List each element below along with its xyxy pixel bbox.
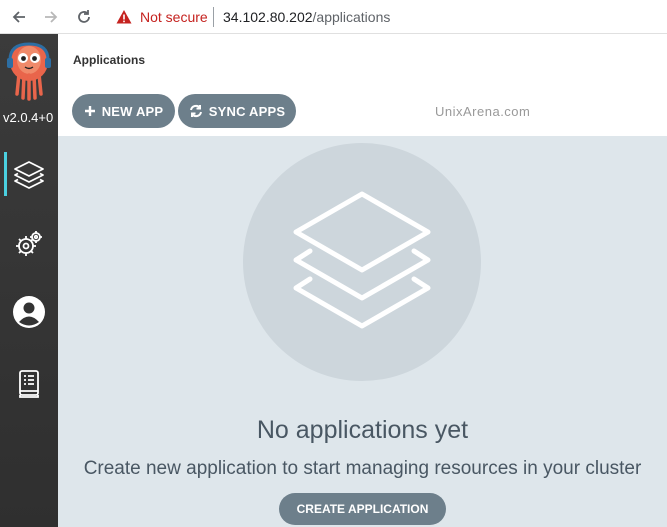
empty-state-title: No applications yet	[256, 416, 469, 444]
url-path: /applications	[312, 9, 391, 25]
sidebar-item-documentation[interactable]	[0, 358, 58, 410]
sync-icon	[189, 104, 202, 118]
security-status[interactable]: Not secure	[140, 9, 208, 25]
layers-icon	[14, 161, 44, 189]
sidebar-item-user-info[interactable]	[0, 286, 58, 338]
user-icon	[13, 296, 45, 328]
sidebar: v2.0.4+0	[0, 34, 58, 527]
plus-icon	[84, 106, 95, 116]
page-header: Applications	[58, 34, 667, 86]
new-app-button[interactable]: NEW APP	[72, 94, 175, 128]
gear-icon	[16, 231, 42, 256]
forward-arrow-icon[interactable]	[40, 6, 62, 28]
argo-logo[interactable]	[6, 42, 52, 102]
page-title: Applications	[73, 53, 146, 67]
layers-icon	[293, 191, 431, 329]
version-label: v2.0.4+0	[3, 110, 54, 125]
url-host: 34.102.80.202	[223, 9, 313, 25]
browser-toolbar: Not secure 34.102.80.202/applications	[0, 0, 667, 34]
sync-apps-label: SYNC APPS	[208, 103, 286, 119]
sidebar-item-applications[interactable]	[0, 148, 58, 200]
applications-empty-state: No applications yet Create new applicati…	[58, 136, 667, 527]
watermark: UnixArena.com	[435, 104, 531, 119]
warning-icon[interactable]	[116, 9, 132, 25]
url-separator	[213, 7, 214, 27]
empty-state-subtitle: Create new application to start managing…	[83, 458, 642, 479]
reload-icon[interactable]	[73, 6, 95, 28]
create-application-button[interactable]: CREATE APPLICATION	[279, 493, 446, 525]
new-app-label: NEW APP	[101, 103, 164, 119]
sidebar-item-settings[interactable]	[0, 218, 58, 270]
book-icon	[19, 370, 39, 398]
toolbar: NEW APP SYNC APPS UnixArena.com	[58, 86, 667, 136]
sync-apps-button[interactable]: SYNC APPS	[178, 94, 296, 128]
back-arrow-icon[interactable]	[8, 6, 30, 28]
address-bar[interactable]: 34.102.80.202/applications	[223, 9, 390, 25]
